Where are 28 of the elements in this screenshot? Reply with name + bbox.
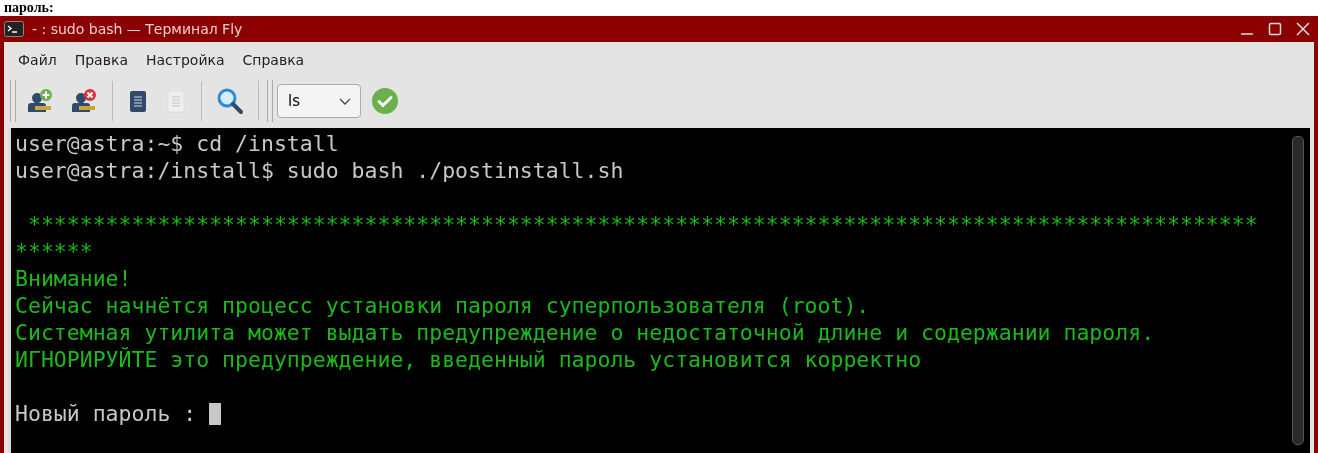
scrollbar[interactable] <box>1292 136 1304 445</box>
terminal-icon <box>4 21 24 37</box>
command-combobox[interactable]: ls <box>277 84 361 118</box>
terminal-area[interactable] <box>8 128 1310 453</box>
remove-user-icon <box>70 88 98 114</box>
terminal-line: user@astra:/install$ sudo bash ./postinstall.sh <box>15 157 624 184</box>
window-title: - : sudo bash — Терминал Fly <box>32 21 243 37</box>
terminal-line: ИГНОРИРУЙТЕ это предупреждение, введенный пароль установится корректно <box>15 346 922 373</box>
terminal-line: Новый пароль : <box>15 400 198 427</box>
menu-item[interactable]: Справка <box>234 48 313 72</box>
menu-item[interactable]: Правка <box>66 48 136 72</box>
checkmark-icon <box>371 87 399 115</box>
close-icon[interactable] <box>1296 22 1310 36</box>
terminal-line: *********************************************************************************************** <box>26 211 1258 238</box>
menu-item[interactable]: Настройка <box>137 48 233 72</box>
menu-item[interactable]: Файл <box>10 48 65 72</box>
terminal-line: Сейчас начнётся процесс установки пароля суперпользователя (root). <box>15 292 870 319</box>
search-icon <box>216 87 244 115</box>
terminal-line: Внимание! <box>15 265 132 292</box>
caption-text: пароль: <box>3 0 54 16</box>
document-icon <box>127 88 149 114</box>
maximize-icon[interactable] <box>1268 22 1282 36</box>
terminal-line: Системная утилита может выдать предупреждение о недостаточной длине и содержании пароля. <box>15 319 1155 346</box>
chevron-down-icon <box>338 96 352 106</box>
terminal-line: user@astra:~$ cd /install <box>15 130 339 157</box>
cursor <box>209 402 222 425</box>
add-user-icon <box>26 88 54 114</box>
terminal-line: ****** <box>15 238 93 265</box>
